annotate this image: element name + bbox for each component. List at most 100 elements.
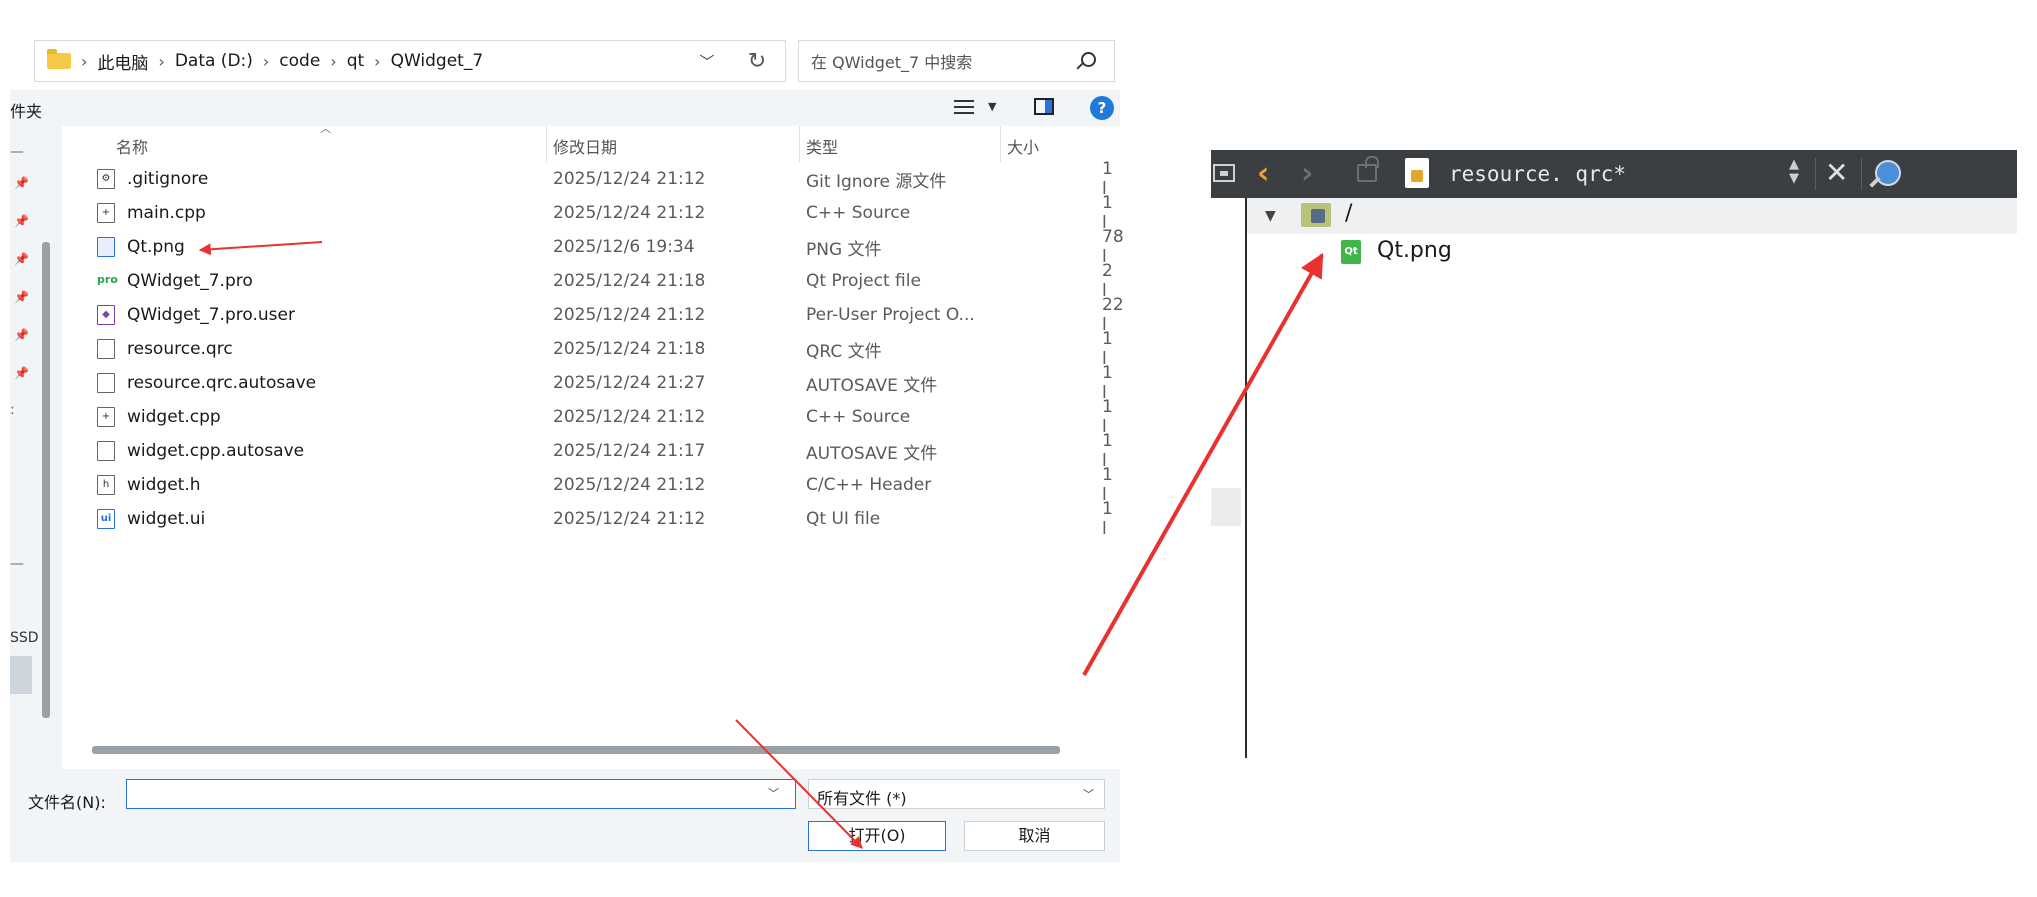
close-icon[interactable]: ✕ xyxy=(1825,156,1848,189)
column-name[interactable]: 名称 xyxy=(116,134,148,158)
chevron-right-icon: › xyxy=(158,51,165,71)
breadcrumb-this-pc[interactable]: 此电脑 xyxy=(97,49,148,74)
file-name: .gitignore xyxy=(127,169,209,189)
column-header-row: ︿ 名称 修改日期 类型 大小 xyxy=(62,122,1120,162)
ui-file-icon: ui xyxy=(97,509,115,529)
document-switch-icon[interactable]: ▲ ▼ xyxy=(1789,158,1799,186)
filename-label: 文件名(N): xyxy=(28,793,106,812)
expand-arrow-icon[interactable]: ▼ xyxy=(1265,208,1276,224)
cpp-file-icon: + xyxy=(97,407,115,427)
chevron-down-icon[interactable]: ﹀ xyxy=(687,41,727,81)
settings-file-icon: ⚙ xyxy=(97,169,115,189)
toggle-sidebar-icon[interactable] xyxy=(1213,164,1235,182)
open-file-dialog: › 此电脑 › Data (D:) › code › qt › QWidget_… xyxy=(0,0,1124,862)
cancel-button[interactable]: 取消 xyxy=(964,821,1105,851)
file-date: 2025/12/24 21:12 xyxy=(553,509,706,529)
nav-separator: : xyxy=(10,402,15,418)
chevron-down-icon[interactable]: ﹀ xyxy=(768,785,779,801)
nav-item-ssd[interactable]: SSD xyxy=(10,630,39,646)
file-name: Qt.png xyxy=(127,237,185,257)
nav-item-selected[interactable] xyxy=(10,656,32,694)
column-separator[interactable] xyxy=(546,126,547,162)
file-row[interactable]: resource.qrc 2025/12/24 21:18 QRC 文件 1 l xyxy=(62,329,1120,369)
file-row[interactable]: ◆ QWidget_7.pro.user 2025/12/24 21:12 Pe… xyxy=(62,295,1124,335)
file-date: 2025/12/24 21:12 xyxy=(553,203,706,223)
chevron-right-icon: › xyxy=(262,51,270,71)
prefix-label: / xyxy=(1345,201,1353,226)
nav-scrollbar[interactable] xyxy=(42,242,50,718)
pin-icon[interactable]: 📌 xyxy=(14,366,29,380)
horizontal-scrollbar[interactable] xyxy=(92,746,1060,754)
column-type[interactable]: 类型 xyxy=(806,134,838,158)
back-arrow-icon[interactable]: ‹ xyxy=(1257,156,1269,191)
tree-item-file[interactable]: Qt Qt.png xyxy=(1247,234,2017,270)
filename-input[interactable] xyxy=(126,779,796,809)
toolbar-divider xyxy=(1861,158,1862,190)
column-separator[interactable] xyxy=(1000,126,1001,162)
file-date: 2025/12/24 21:18 xyxy=(553,339,706,359)
file-row[interactable]: h widget.h 2025/12/24 21:12 C/C++ Header… xyxy=(62,465,1120,505)
pro-file-icon: pro xyxy=(97,271,118,291)
file-type: QRC 文件 xyxy=(806,341,882,362)
file-name: widget.cpp xyxy=(127,407,221,427)
resource-file-label: Qt.png xyxy=(1377,238,1452,263)
sort-ascending-icon: ︿ xyxy=(320,122,331,135)
column-size[interactable]: 大小 xyxy=(1007,134,1039,158)
new-folder-button[interactable]: 件夹 xyxy=(10,98,42,122)
file-row[interactable]: + widget.cpp 2025/12/24 21:12 C++ Source… xyxy=(62,397,1120,437)
help-icon[interactable]: ? xyxy=(1090,96,1114,120)
file-type-filter-select[interactable]: 所有文件 (*) ﹀ xyxy=(808,779,1105,809)
file-row[interactable]: resource.qrc.autosave 2025/12/24 21:27 A… xyxy=(62,363,1120,403)
open-button[interactable]: 打开(O) xyxy=(808,821,946,851)
unlock-icon[interactable] xyxy=(1357,156,1379,182)
file-type: Per-User Project O... xyxy=(806,305,975,325)
file-date: 2025/12/24 21:12 xyxy=(553,475,706,495)
qt-resource-editor: ‹ › resource. qrc* ▲ ▼ ✕ ▼ / Qt Qt.png xyxy=(1211,150,2017,760)
breadcrumb-code[interactable]: code xyxy=(279,51,320,71)
search-input[interactable]: 在 QWidget_7 中搜索 xyxy=(798,40,1115,82)
tree-item-prefix[interactable]: ▼ / xyxy=(1247,198,2017,234)
filter-value: 所有文件 (*) xyxy=(817,789,907,808)
view-mode-icon[interactable] xyxy=(954,100,974,114)
pin-icon[interactable]: 📌 xyxy=(14,214,29,228)
file-type: C/C++ Header xyxy=(806,475,932,495)
file-name: widget.ui xyxy=(127,509,206,529)
toolbar-divider xyxy=(1815,158,1816,190)
address-bar[interactable]: › 此电脑 › Data (D:) › code › qt › QWidget_… xyxy=(34,40,786,82)
pin-icon[interactable]: 📌 xyxy=(14,290,29,304)
command-bar: 件夹 ▼ ? xyxy=(10,90,1120,126)
refresh-icon[interactable]: ↻ xyxy=(735,41,779,81)
file-size: 1 l xyxy=(1102,499,1113,539)
dialog-footer: 文件名(N): ﹀ 所有文件 (*) ﹀ 打开(O) 取消 xyxy=(10,769,1120,862)
column-separator[interactable] xyxy=(799,126,800,162)
file-row[interactable]: pro QWidget_7.pro 2025/12/24 21:18 Qt Pr… xyxy=(62,261,1120,301)
breadcrumb-qt[interactable]: qt xyxy=(347,51,364,71)
breadcrumb-drive[interactable]: Data (D:) xyxy=(175,51,253,71)
file-row[interactable]: widget.cpp.autosave 2025/12/24 21:17 AUT… xyxy=(62,431,1120,471)
preview-pane-icon[interactable] xyxy=(1034,98,1054,115)
file-date: 2025/12/24 21:27 xyxy=(553,373,706,393)
breadcrumb-current-folder[interactable]: QWidget_7 xyxy=(391,51,484,71)
column-date[interactable]: 修改日期 xyxy=(553,134,617,158)
editor-gutter xyxy=(1211,198,1245,760)
open-document-name[interactable]: resource. qrc* xyxy=(1449,162,1626,186)
file-row[interactable]: ⚙ .gitignore 2025/12/24 21:12 Git Ignore… xyxy=(62,159,1120,199)
locate-icon[interactable] xyxy=(1875,160,1901,186)
file-row[interactable]: ui widget.ui 2025/12/24 21:12 Qt UI file… xyxy=(62,499,1120,539)
file-row[interactable]: + main.cpp 2025/12/24 21:12 C++ Source 1… xyxy=(62,193,1120,233)
file-name: QWidget_7.pro xyxy=(127,271,253,291)
file-name: widget.h xyxy=(127,475,201,495)
editor-toolbar: ‹ › resource. qrc* ▲ ▼ ✕ xyxy=(1211,150,2017,198)
file-icon xyxy=(97,339,115,359)
pin-icon[interactable]: 📌 xyxy=(14,328,29,342)
resource-tree: ▼ / Qt Qt.png xyxy=(1211,198,2017,760)
file-date: 2025/12/24 21:12 xyxy=(553,305,706,325)
file-row[interactable]: Qt.png 2025/12/6 19:34 PNG 文件 78 l xyxy=(62,227,1124,267)
pin-icon[interactable]: 📌 xyxy=(14,252,29,266)
file-date: 2025/12/6 19:34 xyxy=(553,237,695,257)
file-date: 2025/12/24 21:12 xyxy=(553,407,706,427)
pin-icon[interactable]: 📌 xyxy=(14,176,29,190)
caret-down-icon[interactable]: ▼ xyxy=(988,100,996,113)
forward-arrow-icon[interactable]: › xyxy=(1301,156,1313,191)
pane-divider[interactable] xyxy=(1245,198,1247,758)
